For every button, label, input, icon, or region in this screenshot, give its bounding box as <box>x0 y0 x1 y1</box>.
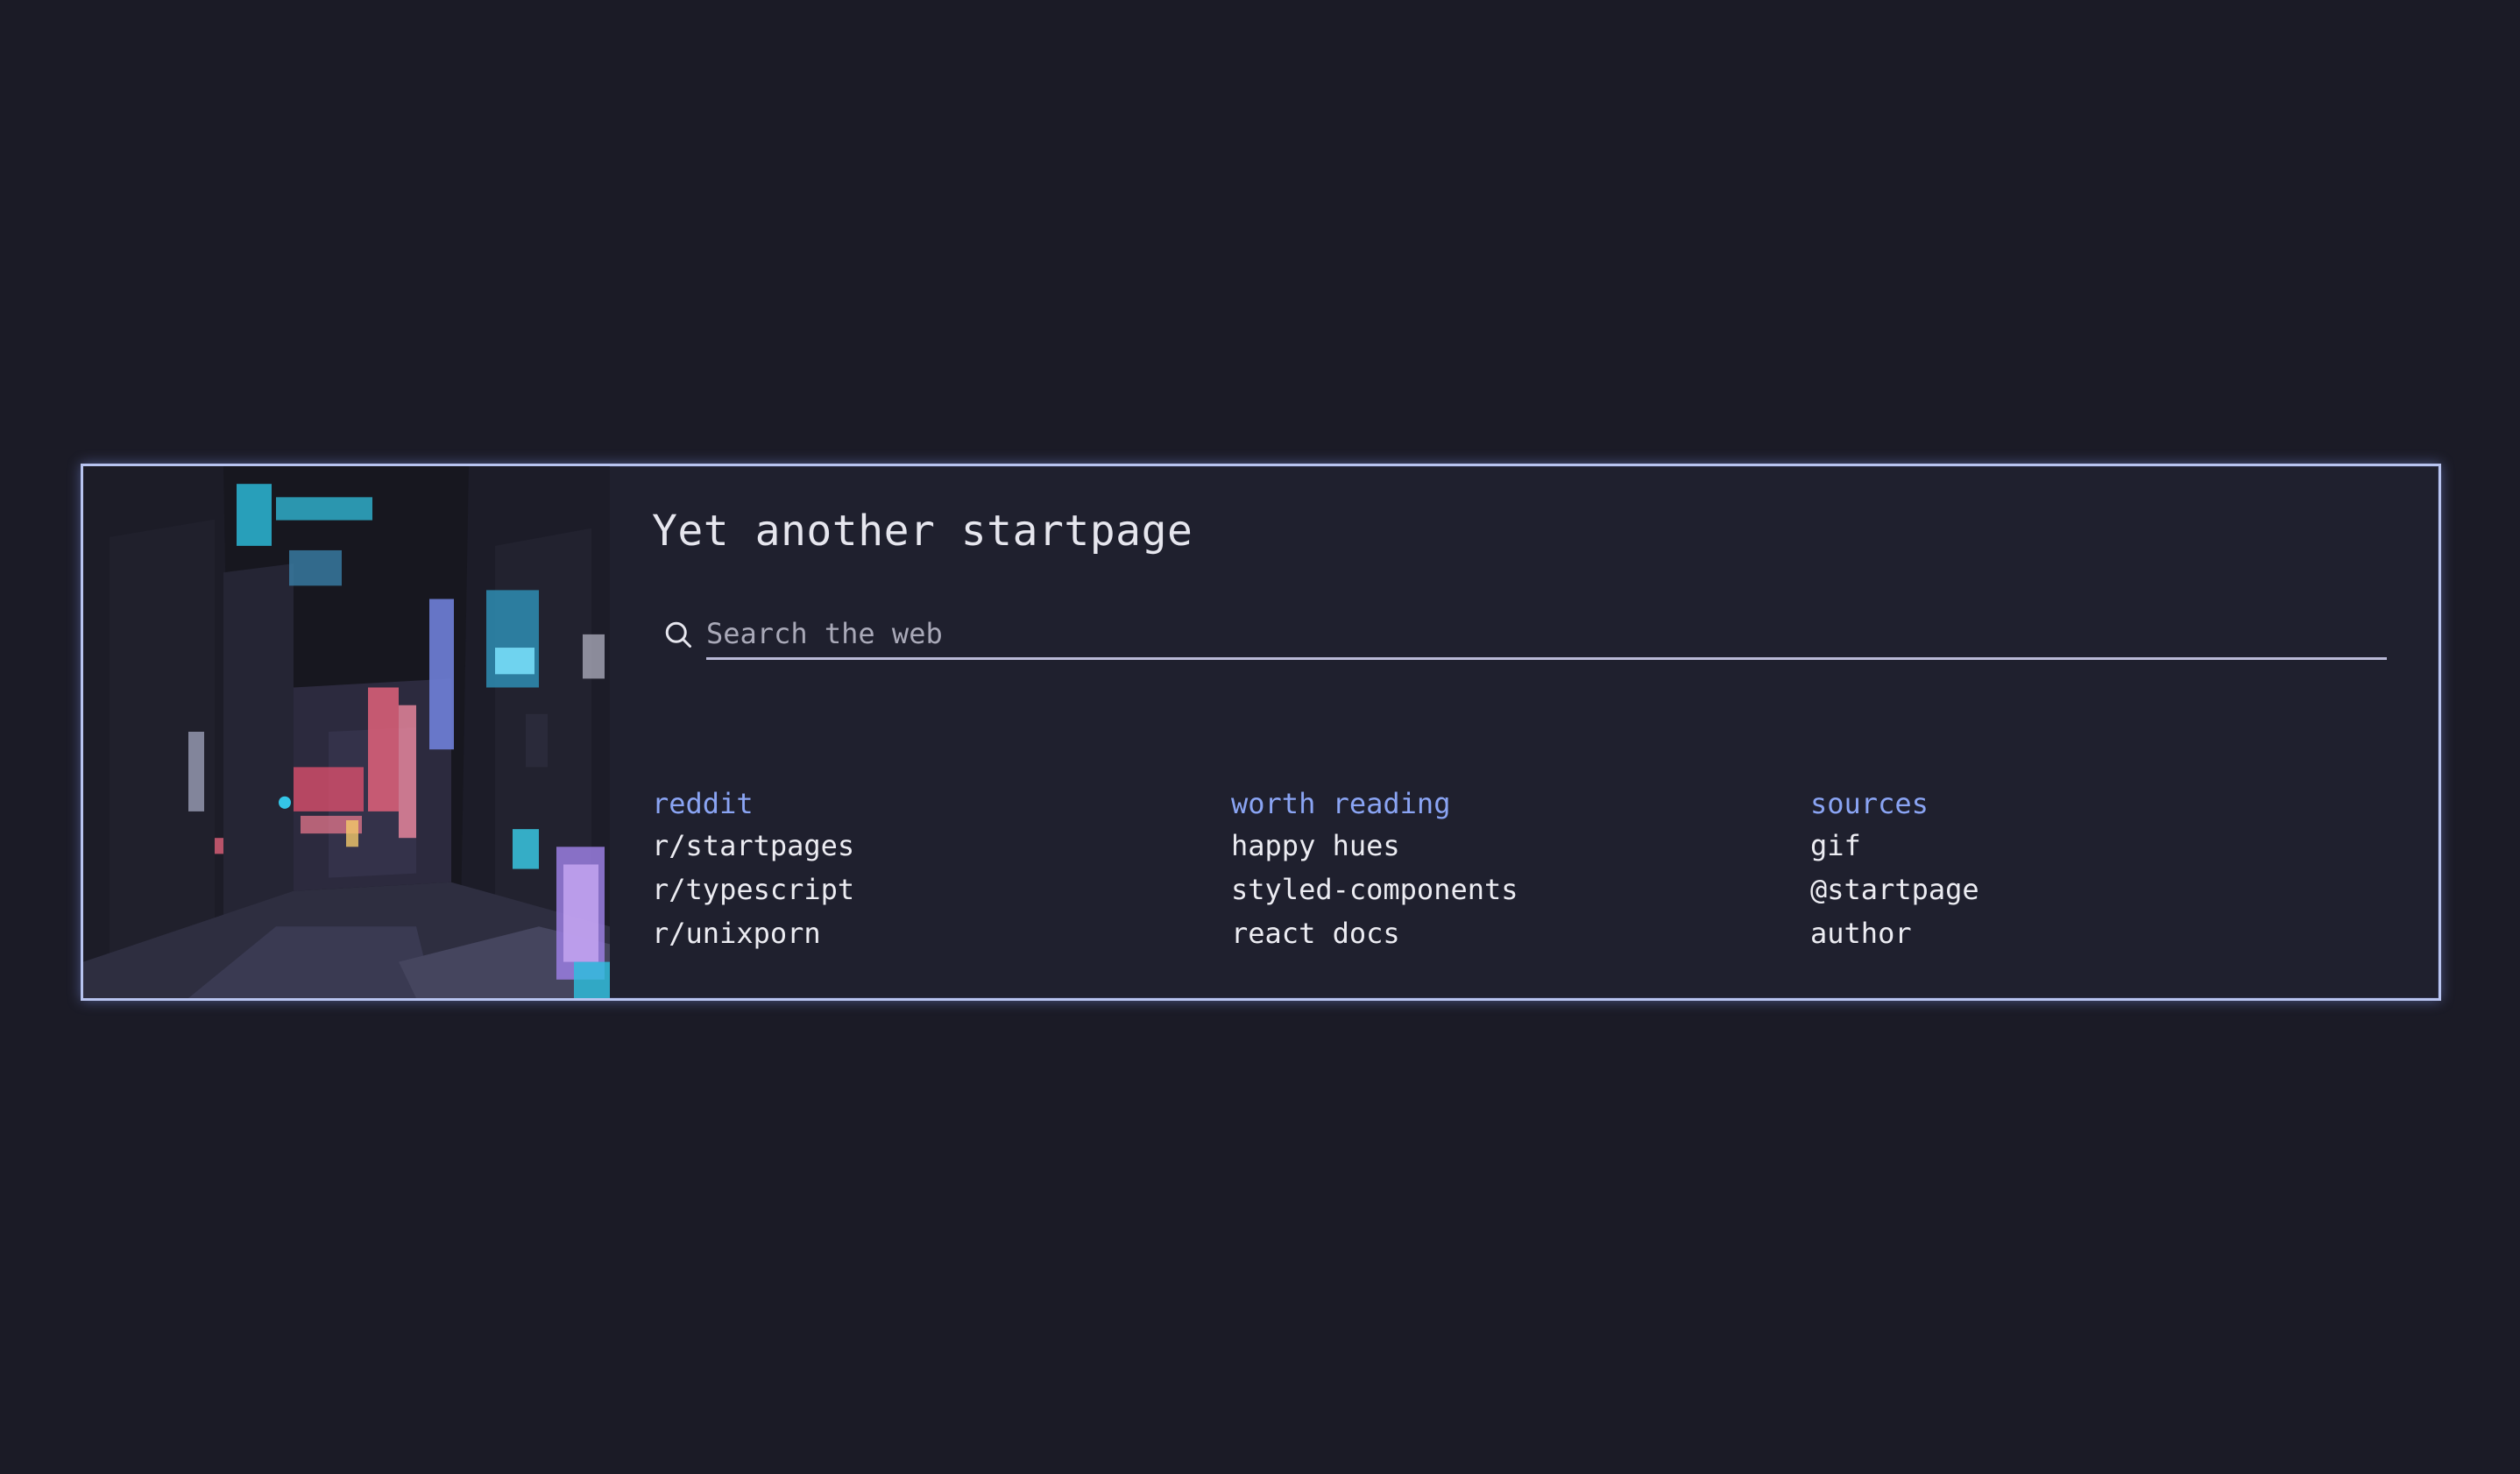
link-r-typescript[interactable]: r/typescript <box>652 868 1231 911</box>
link-r-unixporn[interactable]: r/unixporn <box>652 911 1231 955</box>
column-title: reddit <box>652 787 754 820</box>
column-title: sources <box>1810 787 1929 820</box>
link-r-startpages[interactable]: r/startpages <box>652 824 1231 868</box>
main-panel: Yet another startpage reddit r/startpage… <box>610 466 2439 998</box>
banner-image <box>83 466 610 998</box>
column-title: worth reading <box>1231 787 1451 820</box>
column-reddit: reddit r/startpages r/typescript r/unixp… <box>652 783 1231 955</box>
search-bar <box>662 610 2432 663</box>
link-styled-components[interactable]: styled-components <box>1231 868 1810 911</box>
city-alley-illustration <box>83 466 610 998</box>
search-icon <box>665 621 691 648</box>
startpage-card: Yet another startpage reddit r/startpage… <box>81 464 2441 1001</box>
link-author[interactable]: author <box>1810 911 2389 955</box>
page-title: Yet another startpage <box>652 507 1193 556</box>
link-react-docs[interactable]: react docs <box>1231 911 1810 955</box>
link-happy-hues[interactable]: happy hues <box>1231 824 1810 868</box>
search-input[interactable] <box>706 610 2387 660</box>
column-worth-reading: worth reading happy hues styled-componen… <box>1231 783 1810 955</box>
link-startpage[interactable]: @startpage <box>1810 868 2389 911</box>
link-columns: reddit r/startpages r/typescript r/unixp… <box>652 783 2439 955</box>
link-gif[interactable]: gif <box>1810 824 2389 868</box>
column-sources: sources gif @startpage author <box>1810 783 2389 955</box>
